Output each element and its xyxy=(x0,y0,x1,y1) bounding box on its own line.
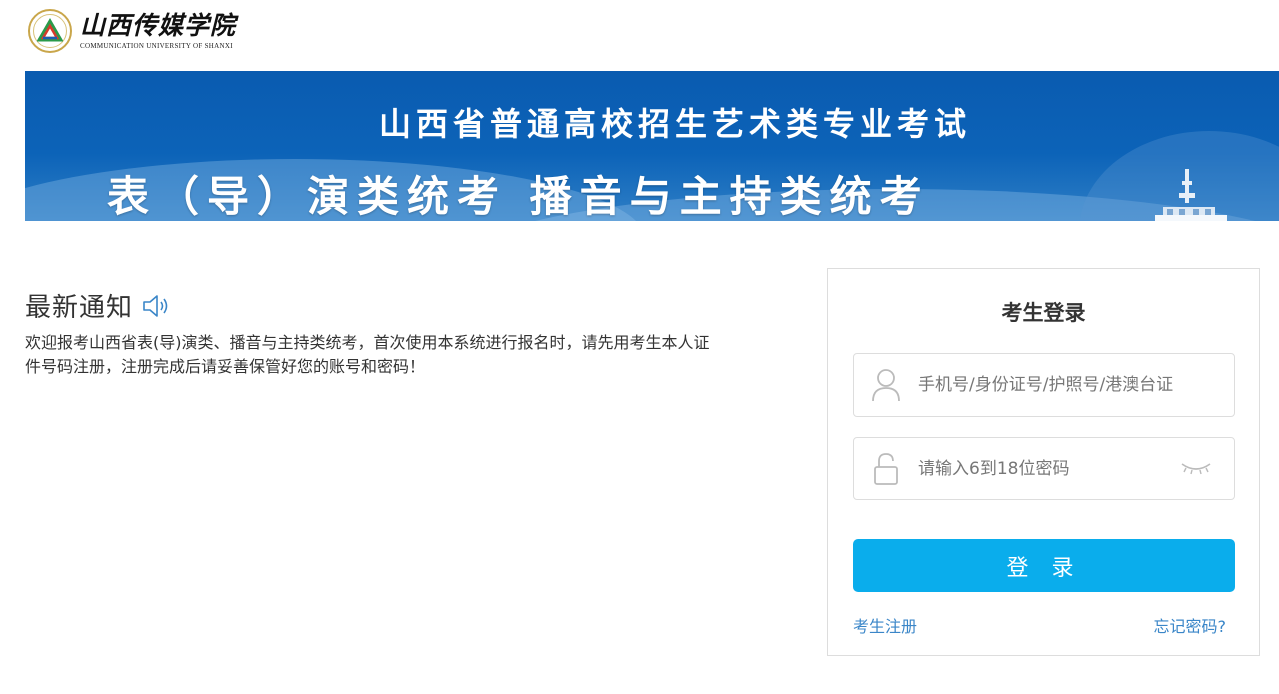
notice-title: 最新通知 xyxy=(25,293,134,323)
banner-title-line2: 表（导）演类统考 播音与主持类统考 xyxy=(107,172,930,221)
lock-icon xyxy=(854,438,918,499)
forgot-password-link[interactable]: 忘记密码? xyxy=(1154,613,1227,637)
login-title: 考生登录 xyxy=(1001,301,1086,325)
eye-closed-icon[interactable] xyxy=(1180,460,1212,478)
site-header: 山西传媒学院 COMMUNICATION UNIVERSITY OF SHANX… xyxy=(28,6,236,56)
username-input[interactable] xyxy=(918,365,1178,405)
user-icon xyxy=(854,354,918,416)
university-emblem-icon[interactable] xyxy=(28,9,72,53)
login-panel: 考生登录 登 录 考生注册 忘记密码? xyxy=(827,268,1260,656)
username-field[interactable] xyxy=(853,353,1235,417)
notice-body: 欢迎报考山西省表(导)演类、播音与主持类统考，首次使用本系统进行报名时，请先用考… xyxy=(25,333,710,376)
logo-chinese-name: 山西传媒学院 xyxy=(80,11,237,40)
logo-english-name: COMMUNICATION UNIVERSITY OF SHANXI xyxy=(80,42,233,50)
banner-title-line1: 山西省普通高校招生艺术类专业考试 xyxy=(378,105,971,143)
notice-header: 最新通知 xyxy=(25,287,171,324)
password-input[interactable] xyxy=(918,448,1178,489)
password-field[interactable] xyxy=(853,437,1235,500)
speaker-icon xyxy=(143,294,168,317)
exam-banner: 山西省普通高校招生艺术类专业考试 表（导）演类统考 播音与主持类统考 xyxy=(25,71,1279,221)
register-link[interactable]: 考生注册 xyxy=(853,613,917,637)
login-button[interactable]: 登 录 xyxy=(853,539,1235,592)
logo-text[interactable]: 山西传媒学院 COMMUNICATION UNIVERSITY OF SHANX… xyxy=(80,11,236,51)
tower-icon xyxy=(1155,169,1227,221)
